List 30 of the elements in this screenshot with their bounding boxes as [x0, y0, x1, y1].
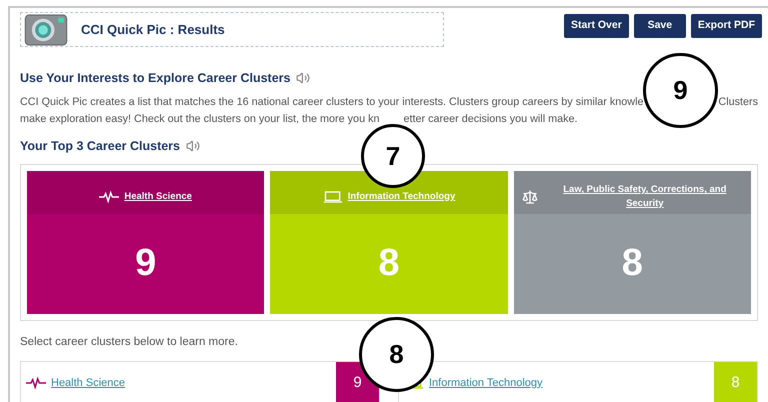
intro-text: Clusters	[718, 94, 758, 110]
cluster-card[interactable]: Information Technology 8	[270, 170, 508, 314]
score-badge: 8	[714, 362, 757, 402]
cluster-card[interactable]: Health Science 9	[27, 170, 264, 314]
callout-number: 9	[643, 53, 718, 128]
intro-text: CCI Quick Pic creates a list that matches the 16 national career clusters to your interests. Clusters group careers by similar knowle	[20, 94, 644, 110]
cluster-score: 8	[622, 241, 643, 286]
cluster-link[interactable]: Information Technology	[348, 190, 456, 204]
section-heading: Your Top 3 Career Clusters	[20, 138, 180, 155]
cluster-score: 8	[378, 241, 400, 286]
toolbar-button[interactable]: Start Over	[564, 14, 629, 38]
intro-text: etter career decisions you will make.	[403, 112, 578, 127]
cluster-link[interactable]: Information Technology	[429, 374, 543, 391]
scales-icon	[520, 189, 540, 205]
intro-text: make exploration easy! Check out the clusters on your list, the more you kn	[20, 112, 380, 127]
callout-number: 7	[361, 124, 425, 188]
speaker-icon[interactable]	[296, 71, 310, 86]
page-title: CCI Quick Pic : Results	[81, 20, 225, 39]
toolbar-button[interactable]: Export PDF	[690, 14, 762, 38]
cluster-link[interactable]: Health Science	[51, 374, 125, 391]
speaker-icon[interactable]	[186, 139, 200, 154]
cluster-link[interactable]: Health Science	[124, 190, 192, 204]
cluster-card[interactable]: Law, Public Safety, Corrections, and Security 8	[514, 170, 751, 314]
select-hint: Select career clusters below to learn more.	[20, 334, 239, 350]
section-heading: Use Your Interests to Explore Career Clusters	[20, 70, 290, 87]
heartbeat-icon	[26, 376, 46, 390]
cluster-score: 9	[135, 241, 156, 286]
camera-icon	[23, 14, 69, 46]
heartbeat-icon	[99, 189, 120, 205]
toolbar-button[interactable]: Save	[634, 14, 686, 38]
